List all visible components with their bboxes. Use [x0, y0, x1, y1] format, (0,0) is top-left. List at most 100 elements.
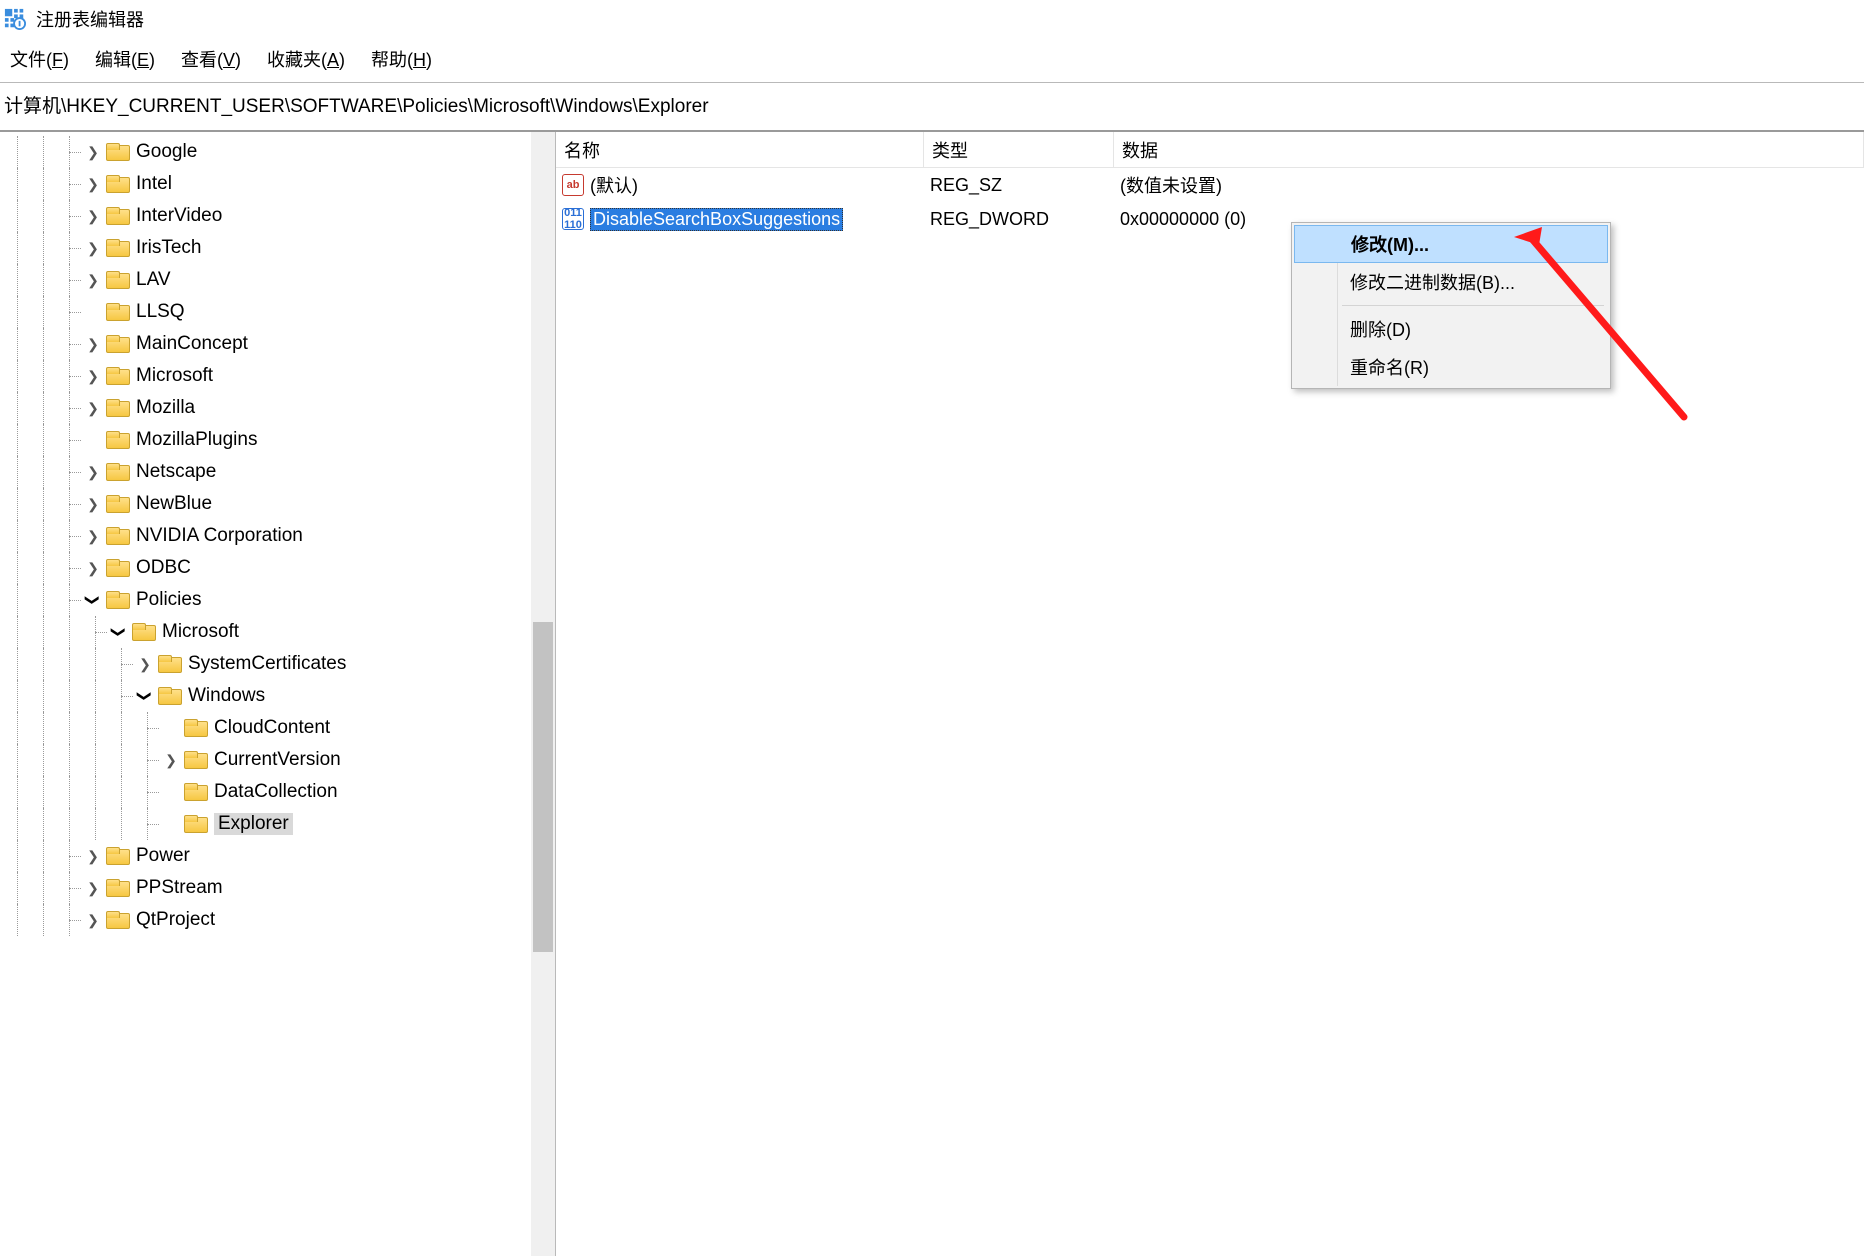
chevron-down-icon[interactable]: ❯ — [110, 623, 128, 641]
reg-sz-icon: ab — [562, 174, 584, 196]
scrollbar-thumb[interactable] — [533, 622, 553, 952]
tree-item-windows[interactable]: ❯ Windows — [2, 680, 545, 712]
value-list-pane: 名称 类型 数据 ab (默认) REG_SZ (数值未设置) 011110 D… — [556, 132, 1864, 1256]
menu-file[interactable]: 文件(F) — [10, 46, 69, 72]
tree-item-explorer[interactable]: ❯ Explorer — [2, 808, 545, 840]
folder-icon — [106, 207, 128, 225]
chevron-right-icon[interactable]: ❯ — [84, 399, 102, 417]
context-menu: 修改(M)... 修改二进制数据(B)... 删除(D) 重命名(R) — [1291, 222, 1611, 389]
tree-item-odbc[interactable]: ❯ ODBC — [2, 552, 545, 584]
tree-item-google[interactable]: ❯ Google — [2, 136, 545, 168]
value-name: (默认) — [590, 172, 638, 198]
tree-item-llsq[interactable]: ❯ LLSQ — [2, 296, 545, 328]
tree-item-cloudcontent[interactable]: ❯ CloudContent — [2, 712, 545, 744]
tree-item-mozillaplugins[interactable]: ❯ MozillaPlugins — [2, 424, 545, 456]
chevron-right-icon[interactable]: ❯ — [84, 335, 102, 353]
title-bar: 注册表编辑器 — [0, 0, 1864, 38]
tree-pane: ❯ Google ❯ Intel ❯ InterVideo ❯ IrisTec — [0, 132, 556, 1256]
list-header[interactable]: 名称 类型 数据 — [556, 132, 1864, 168]
folder-icon — [106, 399, 128, 417]
tree-item-mozilla[interactable]: ❯ Mozilla — [2, 392, 545, 424]
folder-icon — [106, 335, 128, 353]
tree-item-netscape[interactable]: ❯ Netscape — [2, 456, 545, 488]
chevron-down-icon[interactable]: ❯ — [84, 591, 102, 609]
list-row-default[interactable]: ab (默认) REG_SZ (数值未设置) — [556, 168, 1864, 202]
chevron-right-icon[interactable]: ❯ — [84, 239, 102, 257]
tree-item-policies-microsoft[interactable]: ❯ Microsoft — [2, 616, 545, 648]
chevron-right-icon[interactable]: ❯ — [84, 463, 102, 481]
folder-icon — [106, 879, 128, 897]
chevron-right-icon[interactable]: ❯ — [84, 495, 102, 513]
regedit-app-icon — [4, 8, 26, 30]
tree-item-iristech[interactable]: ❯ IrisTech — [2, 232, 545, 264]
folder-icon — [106, 367, 128, 385]
column-name[interactable]: 名称 — [556, 132, 924, 167]
folder-icon — [106, 463, 128, 481]
folder-icon — [106, 271, 128, 289]
chevron-right-icon[interactable]: ❯ — [84, 911, 102, 929]
tree-item-datacollection[interactable]: ❯ DataCollection — [2, 776, 545, 808]
tree-item-nvidia[interactable]: ❯ NVIDIA Corporation — [2, 520, 545, 552]
value-name: DisableSearchBoxSuggestions — [590, 208, 843, 231]
context-menu-modify-binary[interactable]: 修改二进制数据(B)... — [1294, 263, 1608, 301]
chevron-right-icon[interactable]: ❯ — [84, 527, 102, 545]
tree-item-lav[interactable]: ❯ LAV — [2, 264, 545, 296]
chevron-right-icon[interactable]: ❯ — [136, 655, 154, 673]
folder-icon — [158, 655, 180, 673]
menu-bar: 文件(F) 编辑(E) 查看(V) 收藏夹(A) 帮助(H) — [0, 38, 1864, 82]
tree-item-mainconcept[interactable]: ❯ MainConcept — [2, 328, 545, 360]
chevron-down-icon[interactable]: ❯ — [136, 687, 154, 705]
menu-favorites[interactable]: 收藏夹(A) — [267, 46, 345, 72]
folder-icon — [106, 143, 128, 161]
registry-tree[interactable]: ❯ Google ❯ Intel ❯ InterVideo ❯ IrisTec — [0, 132, 555, 936]
tree-item-intervideo[interactable]: ❯ InterVideo — [2, 200, 545, 232]
context-menu-modify[interactable]: 修改(M)... — [1294, 225, 1608, 263]
chevron-right-icon[interactable]: ❯ — [84, 271, 102, 289]
menu-view[interactable]: 查看(V) — [181, 46, 241, 72]
column-data[interactable]: 数据 — [1114, 132, 1864, 167]
address-bar[interactable]: 计算机\HKEY_CURRENT_USER\SOFTWARE\Policies\… — [0, 83, 1864, 130]
folder-icon — [106, 495, 128, 513]
chevron-right-icon[interactable]: ❯ — [84, 143, 102, 161]
window-title: 注册表编辑器 — [36, 6, 144, 32]
tree-item-systemcertificates[interactable]: ❯ SystemCertificates — [2, 648, 545, 680]
tree-item-newblue[interactable]: ❯ NewBlue — [2, 488, 545, 520]
tree-item-qtproject[interactable]: ❯ QtProject — [2, 904, 545, 936]
folder-icon — [106, 431, 128, 449]
tree-item-currentversion[interactable]: ❯ CurrentVersion — [2, 744, 545, 776]
chevron-right-icon[interactable]: ❯ — [84, 559, 102, 577]
chevron-right-icon[interactable]: ❯ — [84, 879, 102, 897]
tree-item-microsoft[interactable]: ❯ Microsoft — [2, 360, 545, 392]
folder-icon — [184, 815, 206, 833]
tree-item-ppstream[interactable]: ❯ PPStream — [2, 872, 545, 904]
value-type: REG_SZ — [924, 175, 1114, 196]
context-menu-rename[interactable]: 重命名(R) — [1294, 348, 1608, 386]
folder-icon — [106, 591, 128, 609]
address-text[interactable]: 计算机\HKEY_CURRENT_USER\SOFTWARE\Policies\… — [4, 96, 709, 117]
chevron-right-icon[interactable]: ❯ — [84, 847, 102, 865]
tree-scrollbar[interactable] — [531, 132, 555, 1256]
list-row-disablesearchboxsuggestions[interactable]: 011110 DisableSearchBoxSuggestions REG_D… — [556, 202, 1864, 236]
chevron-right-icon[interactable]: ❯ — [162, 751, 180, 769]
folder-icon — [184, 751, 206, 769]
folder-icon — [106, 559, 128, 577]
tree-item-intel[interactable]: ❯ Intel — [2, 168, 545, 200]
column-type[interactable]: 类型 — [924, 132, 1114, 167]
context-menu-delete[interactable]: 删除(D) — [1294, 310, 1608, 348]
chevron-right-icon[interactable]: ❯ — [84, 367, 102, 385]
folder-icon — [158, 687, 180, 705]
context-menu-separator — [1342, 305, 1604, 306]
folder-icon — [184, 783, 206, 801]
chevron-right-icon[interactable]: ❯ — [84, 175, 102, 193]
folder-icon — [106, 847, 128, 865]
chevron-right-icon[interactable]: ❯ — [84, 207, 102, 225]
menu-help[interactable]: 帮助(H) — [371, 46, 432, 72]
folder-icon — [106, 239, 128, 257]
menu-edit[interactable]: 编辑(E) — [95, 46, 155, 72]
folder-icon — [184, 719, 206, 737]
folder-icon — [106, 175, 128, 193]
tree-item-power[interactable]: ❯ Power — [2, 840, 545, 872]
value-type: REG_DWORD — [924, 209, 1114, 230]
folder-icon — [132, 623, 154, 641]
tree-item-policies[interactable]: ❯ Policies — [2, 584, 545, 616]
